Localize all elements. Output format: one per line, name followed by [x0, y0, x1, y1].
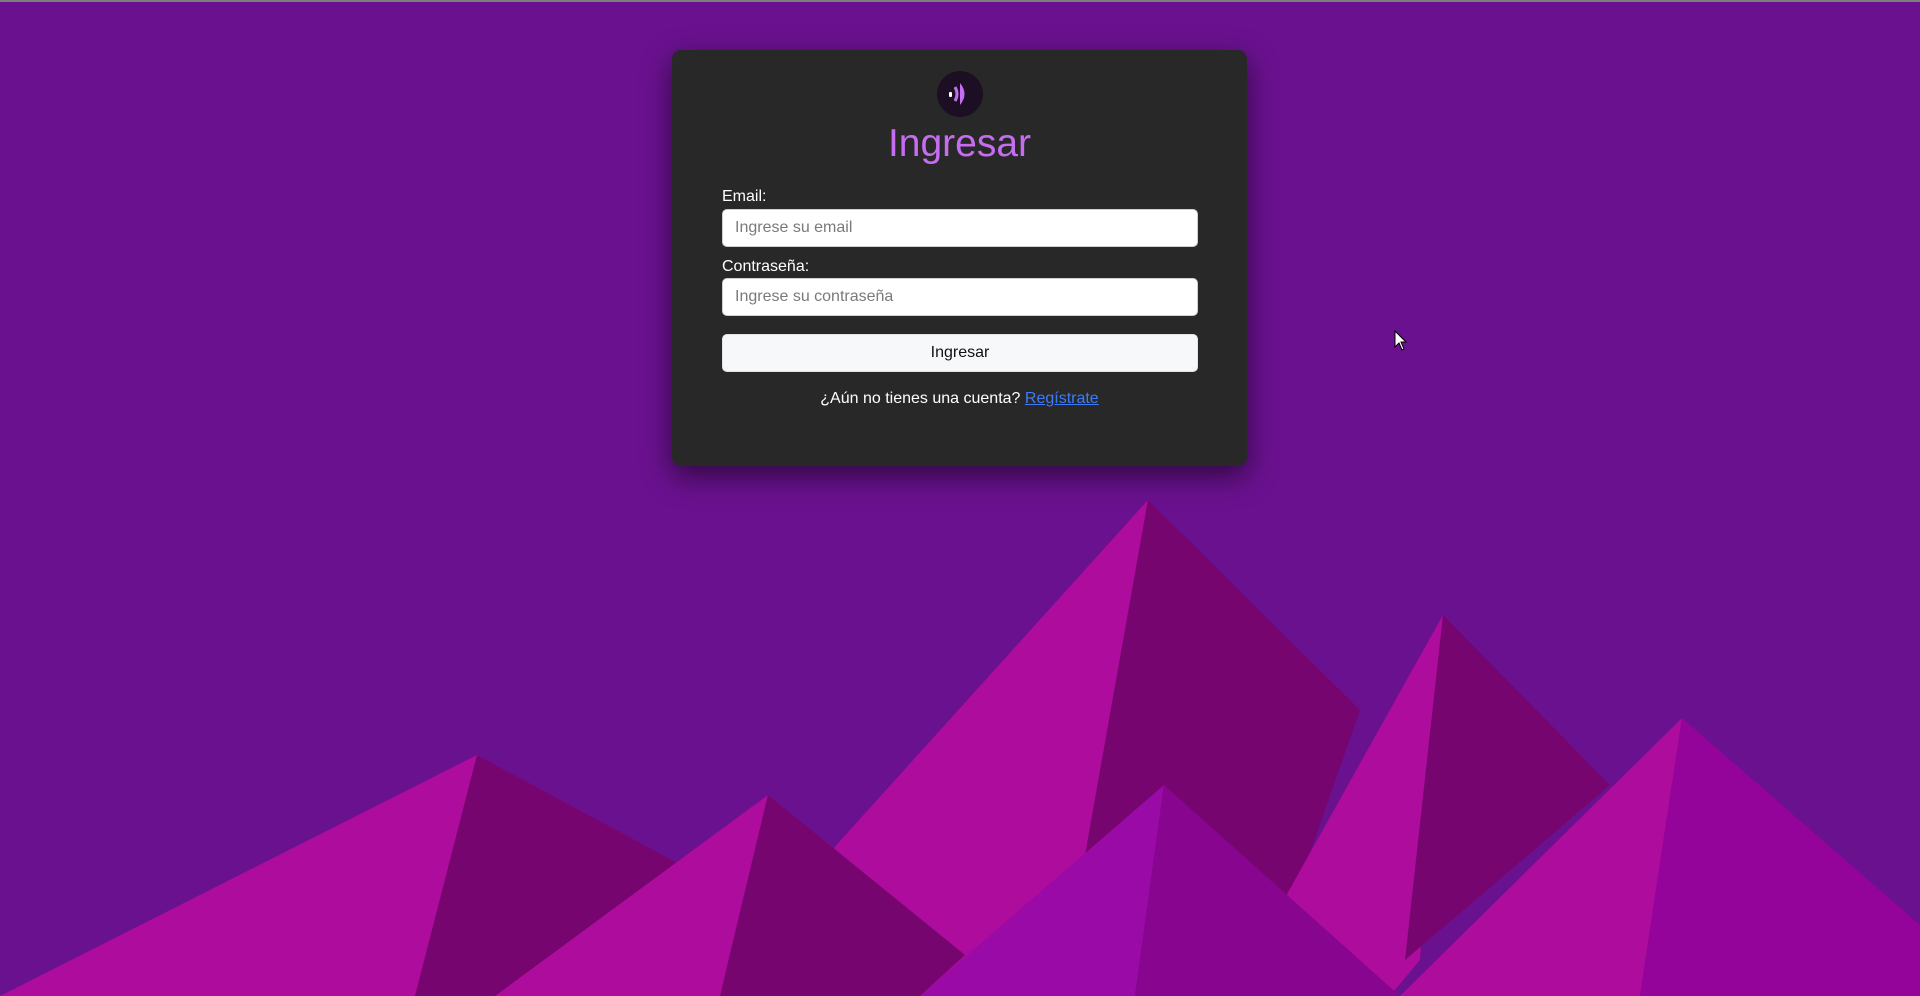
register-prompt-text: ¿Aún no tienes una cuenta? — [820, 390, 1021, 407]
sound-wave-logo-icon — [937, 71, 983, 117]
mountain-far-right-shade — [1640, 718, 1920, 996]
login-button[interactable]: Ingresar — [722, 334, 1198, 372]
register-link[interactable]: Regístrate — [1025, 390, 1099, 407]
mouse-pointer-icon — [1394, 330, 1408, 351]
email-field[interactable] — [722, 209, 1198, 247]
password-field[interactable] — [722, 278, 1198, 316]
password-label: Contraseña: — [722, 258, 810, 275]
email-label: Email: — [722, 188, 767, 205]
login-card: Ingresar Email: Contraseña: Ingresar ¿Aú… — [672, 50, 1247, 466]
page-title: Ingresar — [887, 122, 1032, 165]
register-prompt: ¿Aún no tienes una cuenta? Regístrate — [672, 390, 1247, 408]
